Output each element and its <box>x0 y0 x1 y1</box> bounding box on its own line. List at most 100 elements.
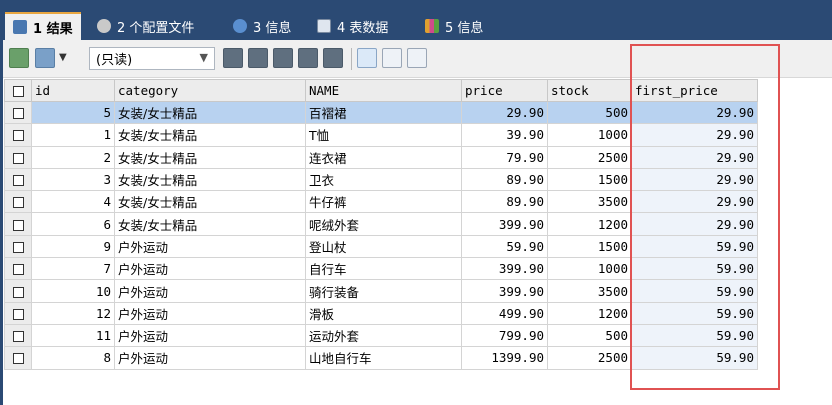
table-row[interactable]: 6 女装/女士精品 呢绒外套 399.90 1200 29.90 <box>4 212 758 236</box>
cell-id[interactable]: 6 <box>31 212 115 236</box>
cell-stock[interactable]: 500 <box>547 100 632 125</box>
cell-price[interactable]: 39.90 <box>461 123 548 147</box>
cell-category[interactable]: 户外运动 <box>114 346 306 370</box>
cell-first-price[interactable]: 29.90 <box>631 212 758 236</box>
tab-info[interactable]: 3 信息 <box>225 12 299 40</box>
table-row[interactable]: 8 户外运动 山地自行车 1399.90 2500 59.90 <box>4 346 758 370</box>
cell-name[interactable]: 登山杖 <box>305 234 462 259</box>
column-header-price[interactable]: price <box>461 79 548 102</box>
cell-stock[interactable]: 500 <box>547 323 632 348</box>
row-checkbox[interactable] <box>4 167 32 192</box>
table-row[interactable]: 4 女装/女士精品 牛仔裤 89.90 3500 29.90 <box>4 190 758 214</box>
cell-category[interactable]: 户外运动 <box>114 257 306 281</box>
cell-id[interactable]: 11 <box>31 323 115 348</box>
tab-results[interactable]: 1 结果 <box>5 12 81 40</box>
cell-stock[interactable]: 3500 <box>547 190 632 214</box>
import-dropdown-icon[interactable]: ▼ <box>59 52 67 63</box>
column-header-name[interactable]: NAME <box>305 79 462 102</box>
cell-first-price[interactable]: 29.90 <box>631 190 758 214</box>
cell-stock[interactable]: 2500 <box>547 145 632 169</box>
cell-name[interactable]: 山地自行车 <box>305 346 462 370</box>
delete-icon[interactable] <box>298 48 318 68</box>
cell-first-price[interactable]: 59.90 <box>631 323 758 348</box>
import-icon[interactable] <box>35 48 55 68</box>
form-view-icon[interactable] <box>382 48 402 68</box>
cell-first-price[interactable]: 59.90 <box>631 234 758 259</box>
cell-stock[interactable]: 1500 <box>547 234 632 259</box>
table-row[interactable]: 10 户外运动 骑行装备 399.90 3500 59.90 <box>4 279 758 303</box>
cell-price[interactable]: 499.90 <box>461 301 548 325</box>
table-row[interactable]: 9 户外运动 登山杖 59.90 1500 59.90 <box>4 234 758 259</box>
cell-name[interactable]: 骑行装备 <box>305 279 462 303</box>
cell-id[interactable]: 12 <box>31 301 115 325</box>
cell-first-price[interactable]: 59.90 <box>631 346 758 370</box>
row-checkbox[interactable] <box>4 257 32 281</box>
column-header-id[interactable]: id <box>31 79 115 102</box>
readonly-mode-select[interactable]: (只读) ▼ <box>89 47 215 70</box>
cell-first-price[interactable]: 29.90 <box>631 100 758 125</box>
cell-name[interactable]: 滑板 <box>305 301 462 325</box>
row-checkbox[interactable] <box>4 323 32 348</box>
tab-table-data[interactable]: 4 表数据 <box>309 12 396 40</box>
cell-first-price[interactable]: 59.90 <box>631 257 758 281</box>
cell-name[interactable]: T恤 <box>305 123 462 147</box>
export-icon[interactable] <box>9 48 29 68</box>
table-row[interactable]: 7 户外运动 自行车 399.90 1000 59.90 <box>4 257 758 281</box>
cell-id[interactable]: 4 <box>31 190 115 214</box>
cell-price[interactable]: 79.90 <box>461 145 548 169</box>
cell-first-price[interactable]: 29.90 <box>631 123 758 147</box>
row-checkbox[interactable] <box>4 100 32 125</box>
cell-price[interactable]: 399.90 <box>461 212 548 236</box>
table-row[interactable]: 12 户外运动 滑板 499.90 1200 59.90 <box>4 301 758 325</box>
cell-stock[interactable]: 1000 <box>547 123 632 147</box>
table-row[interactable]: 1 女装/女士精品 T恤 39.90 1000 29.90 <box>4 123 758 147</box>
cell-price[interactable]: 29.90 <box>461 100 548 125</box>
row-checkbox[interactable] <box>4 346 32 370</box>
cell-category[interactable]: 户外运动 <box>114 234 306 259</box>
cell-price[interactable]: 1399.90 <box>461 346 548 370</box>
cancel-icon[interactable] <box>323 48 343 68</box>
cell-name[interactable]: 呢绒外套 <box>305 212 462 236</box>
cell-stock[interactable]: 2500 <box>547 346 632 370</box>
cell-name[interactable]: 卫衣 <box>305 167 462 192</box>
cell-price[interactable]: 89.90 <box>461 167 548 192</box>
cell-id[interactable]: 10 <box>31 279 115 303</box>
duplicate-row-icon[interactable] <box>248 48 268 68</box>
column-header-stock[interactable]: stock <box>547 79 632 102</box>
cell-id[interactable]: 8 <box>31 346 115 370</box>
text-view-icon[interactable] <box>407 48 427 68</box>
column-header-first-price[interactable]: first_price <box>631 79 758 102</box>
cell-category[interactable]: 女装/女士精品 <box>114 145 306 169</box>
table-row[interactable]: 3 女装/女士精品 卫衣 89.90 1500 29.90 <box>4 167 758 192</box>
cell-category[interactable]: 户外运动 <box>114 301 306 325</box>
cell-first-price[interactable]: 29.90 <box>631 167 758 192</box>
cell-price[interactable]: 399.90 <box>461 279 548 303</box>
cell-price[interactable]: 399.90 <box>461 257 548 281</box>
cell-stock[interactable]: 1500 <box>547 167 632 192</box>
row-checkbox[interactable] <box>4 123 32 147</box>
cell-category[interactable]: 女装/女士精品 <box>114 190 306 214</box>
cell-id[interactable]: 2 <box>31 145 115 169</box>
cell-id[interactable]: 9 <box>31 234 115 259</box>
row-checkbox[interactable] <box>4 190 32 214</box>
cell-price[interactable]: 799.90 <box>461 323 548 348</box>
row-checkbox[interactable] <box>4 234 32 259</box>
grid-view-icon[interactable] <box>357 48 377 68</box>
cell-stock[interactable]: 3500 <box>547 279 632 303</box>
row-checkbox[interactable] <box>4 212 32 236</box>
cell-first-price[interactable]: 59.90 <box>631 301 758 325</box>
table-row[interactable]: 5 女装/女士精品 百褶裙 29.90 500 29.90 <box>4 100 758 125</box>
cell-category[interactable]: 女装/女士精品 <box>114 167 306 192</box>
cell-category[interactable]: 户外运动 <box>114 279 306 303</box>
select-all-checkbox[interactable] <box>4 79 32 102</box>
cell-price[interactable]: 59.90 <box>461 234 548 259</box>
table-row[interactable]: 2 女装/女士精品 连衣裙 79.90 2500 29.90 <box>4 145 758 169</box>
cell-stock[interactable]: 1000 <box>547 257 632 281</box>
cell-name[interactable]: 自行车 <box>305 257 462 281</box>
cell-id[interactable]: 7 <box>31 257 115 281</box>
cell-name[interactable]: 运动外套 <box>305 323 462 348</box>
add-row-icon[interactable] <box>223 48 243 68</box>
cell-category[interactable]: 女装/女士精品 <box>114 212 306 236</box>
cell-name[interactable]: 百褶裙 <box>305 100 462 125</box>
table-row[interactable]: 11 户外运动 运动外套 799.90 500 59.90 <box>4 323 758 348</box>
